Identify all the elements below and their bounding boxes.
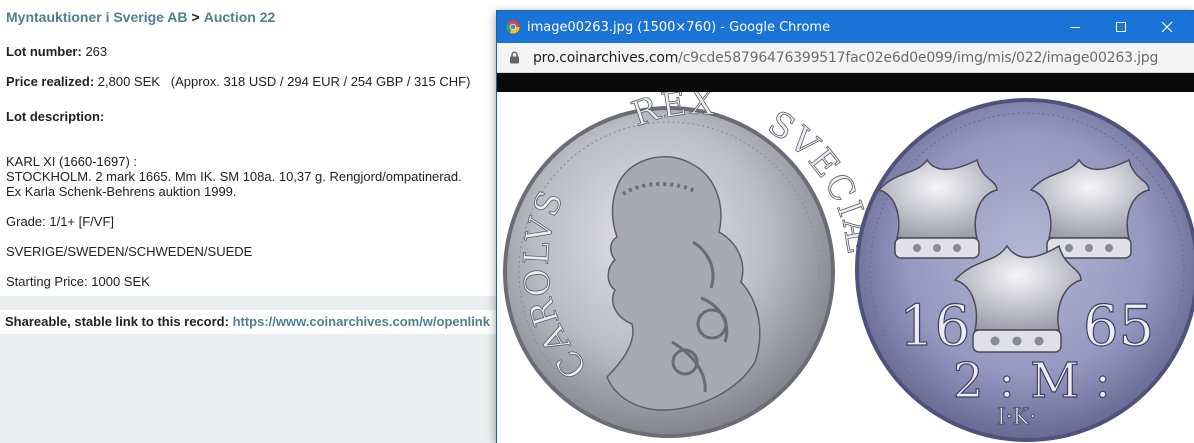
breadcrumb-separator: > xyxy=(191,9,200,25)
description-details: STOCKHOLM. 2 mark 1665. Mm IK. SM 108a. … xyxy=(6,169,462,184)
close-icon xyxy=(1161,21,1173,33)
address-url[interactable]: pro.coinarchives.com/c9cde58796476399517… xyxy=(533,50,1158,66)
reverse-year-left: 16 xyxy=(899,294,970,359)
maximize-button[interactable] xyxy=(1098,11,1144,43)
minimize-icon xyxy=(1070,27,1080,28)
share-link-label: Shareable, stable link to this record: xyxy=(5,314,229,329)
breadcrumb: Myntauktioner i Sverige AB > Auction 22 xyxy=(6,9,275,25)
image-top-letterbox xyxy=(497,73,1194,92)
reverse-denomination: 2 : M : xyxy=(953,353,1111,409)
description-ruler: KARL XI (1660-1697) : xyxy=(6,154,138,169)
url-host: pro.coinarchives.com xyxy=(533,50,679,66)
chrome-logo-icon xyxy=(506,20,520,34)
breadcrumb-auction-house-link[interactable]: Myntauktioner i Sverige AB xyxy=(6,9,188,25)
lock-icon xyxy=(510,51,519,64)
breadcrumb-auction-link[interactable]: Auction 22 xyxy=(204,9,276,25)
minimize-button[interactable] xyxy=(1052,11,1098,43)
coin-obverse: CAROLVS REX SVECIÆ xyxy=(503,82,878,438)
share-link-url[interactable]: https://www.coinarchives.com/w/openlink xyxy=(233,314,490,329)
price-approx-conversions: (Approx. 318 USD / 294 EUR / 254 GBP / 3… xyxy=(170,74,471,89)
close-button[interactable] xyxy=(1144,11,1190,43)
window-titlebar[interactable]: image00263.jpg (1500×760) - Google Chrom… xyxy=(497,11,1194,43)
reverse-mintmark: I·K· xyxy=(997,405,1036,430)
address-bar[interactable]: pro.coinarchives.com/c9cde58796476399517… xyxy=(497,43,1194,73)
country-text: SVERIGE/SWEDEN/SCHWEDEN/SUEDE xyxy=(6,244,253,259)
starting-price-text: Starting Price: 1000 SEK xyxy=(6,274,150,289)
lot-number-value: 263 xyxy=(85,44,108,59)
image-viewport: CAROLVS REX SVECIÆ 16 65 2: M: I·K· xyxy=(497,82,1194,443)
url-path: /c9cde58796476399517fac02e6d0e099/img/mi… xyxy=(678,50,1159,66)
lot-number-row: Lot number: 263 xyxy=(6,44,107,59)
price-realized-value: 2,800 SEK xyxy=(97,74,160,89)
lot-description-label: Lot description: xyxy=(6,109,105,124)
description-provenance: Ex Karla Schenk-Behrens auktion 1999. xyxy=(6,184,237,199)
maximize-icon xyxy=(1116,22,1126,32)
lot-number-label: Lot number: xyxy=(6,44,82,59)
lot-description-heading-row: Lot description: xyxy=(6,109,104,124)
grade-text: Grade: 1/1+ [F/VF] xyxy=(6,214,115,229)
chrome-image-window[interactable]: image00263.jpg (1500×760) - Google Chrom… xyxy=(496,10,1194,443)
lot-description: KARL XI (1660-1697) : STOCKHOLM. 2 mark … xyxy=(6,154,462,199)
coin-image: CAROLVS REX SVECIÆ 16 65 2: M: I·K· xyxy=(503,82,1194,442)
window-title: image00263.jpg (1500×760) - Google Chrom… xyxy=(527,20,831,35)
coin-reverse: 16 65 2 : M : I·K· xyxy=(855,98,1194,442)
price-realized-row: Price realized: 2,800 SEK (Approx. 318 U… xyxy=(6,74,470,89)
reverse-year-right: 65 xyxy=(1083,294,1154,359)
price-realized-label: Price realized: xyxy=(6,74,95,89)
